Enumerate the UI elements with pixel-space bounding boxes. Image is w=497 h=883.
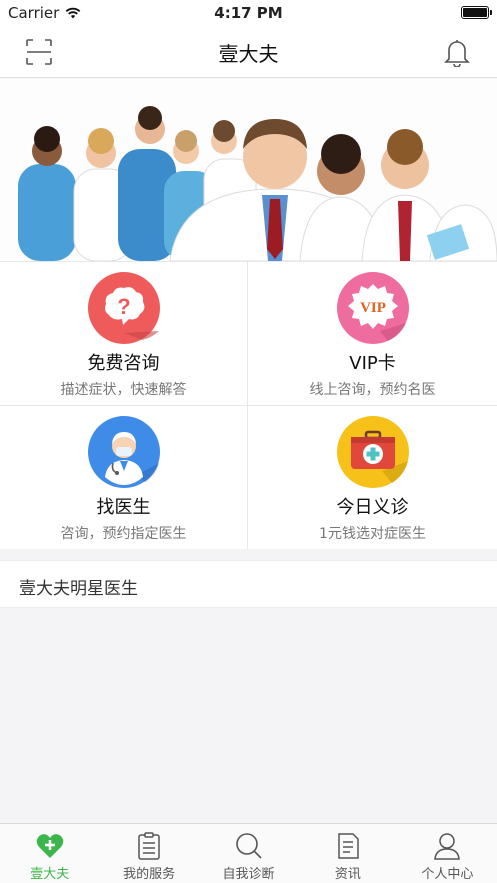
service-label: VIP卡 bbox=[349, 353, 396, 374]
tab-bar: 壹大夫 我的服务 自我诊断 资讯 个人中心 bbox=[0, 823, 497, 883]
notification-button[interactable] bbox=[439, 34, 475, 70]
service-label: 找医生 bbox=[96, 497, 151, 518]
battery-icon bbox=[461, 6, 492, 19]
doctor-icon bbox=[87, 416, 160, 488]
service-subtitle: 线上咨询，预约名医 bbox=[309, 382, 436, 398]
service-subtitle: 1元钱选对症医生 bbox=[319, 526, 426, 542]
tab-label: 个人中心 bbox=[421, 867, 474, 882]
search-icon bbox=[235, 833, 262, 859]
page-title: 壹大夫 bbox=[218, 42, 279, 66]
clock: 4:17 PM bbox=[214, 4, 283, 22]
service-label: 今日义诊 bbox=[336, 497, 409, 518]
document-icon bbox=[338, 833, 359, 859]
star-doctors-section[interactable]: 壹大夫明星医生 bbox=[0, 560, 497, 608]
tab-my-services[interactable]: 我的服务 bbox=[99, 824, 198, 883]
status-bar: Carrier 4:17 PM bbox=[0, 0, 497, 26]
svg-text:VIP: VIP bbox=[360, 300, 386, 316]
service-subtitle: 描述症状，快速解答 bbox=[60, 382, 187, 398]
clipboard-icon bbox=[138, 832, 160, 860]
tab-label: 壹大夫 bbox=[30, 867, 70, 882]
service-grid: ? 免费咨询 描述症状，快速解答 VIP VIP卡 线上咨询，预约名医 找医生 … bbox=[0, 261, 497, 549]
tab-label: 自我诊断 bbox=[222, 867, 275, 882]
section-title: 壹大夫明星医生 bbox=[19, 579, 138, 599]
tab-label: 资讯 bbox=[334, 867, 361, 882]
service-find-doctor[interactable]: 找医生 咨询，预约指定医生 bbox=[0, 405, 248, 549]
service-free-consult[interactable]: ? 免费咨询 描述症状，快速解答 bbox=[0, 261, 248, 405]
person-icon bbox=[434, 833, 461, 860]
service-free-clinic[interactable]: 今日义诊 1元钱选对症医生 bbox=[248, 405, 497, 549]
tab-label: 我的服务 bbox=[123, 867, 176, 882]
svg-text:?: ? bbox=[117, 294, 130, 319]
service-label: 免费咨询 bbox=[87, 353, 160, 374]
tab-home[interactable]: 壹大夫 bbox=[0, 824, 99, 883]
vip-badge-icon: VIP bbox=[336, 272, 409, 344]
service-subtitle: 咨询，预约指定医生 bbox=[60, 526, 187, 542]
tab-profile[interactable]: 个人中心 bbox=[398, 824, 497, 883]
medical-kit-icon bbox=[336, 416, 409, 488]
banner-image[interactable] bbox=[0, 79, 497, 261]
nav-bar: 壹大夫 bbox=[0, 26, 497, 78]
bell-icon bbox=[444, 40, 470, 67]
heart-plus-icon bbox=[36, 834, 63, 858]
service-vip-card[interactable]: VIP VIP卡 线上咨询，预约名医 bbox=[248, 261, 497, 405]
question-bubble-icon: ? bbox=[87, 272, 160, 344]
tab-self-diagnosis[interactable]: 自我诊断 bbox=[199, 824, 298, 883]
tab-news[interactable]: 资讯 bbox=[298, 824, 397, 883]
